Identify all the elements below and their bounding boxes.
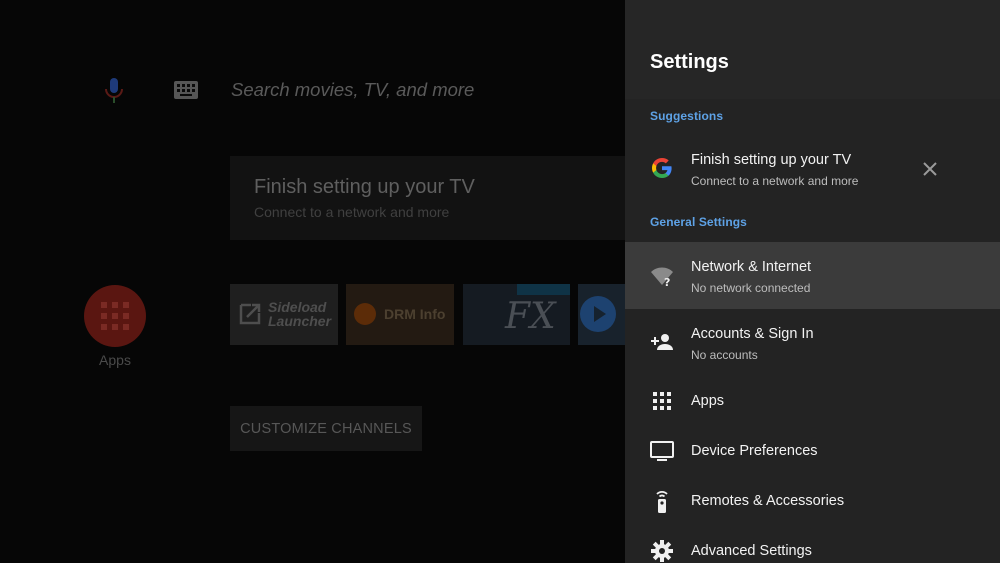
network-subtitle: No network connected [691, 281, 811, 295]
person-add-icon [651, 334, 673, 350]
sideload-launcher-tile[interactable]: Sideload Launcher [230, 284, 338, 345]
suggestion-subtitle: Connect to a network and more [691, 174, 859, 188]
customize-channels-label: CUSTOMIZE CHANNELS [240, 421, 412, 437]
recommendation-title: Finish setting up your TV [254, 176, 475, 198]
remote-icon [656, 491, 668, 513]
settings-item-device-preferences[interactable]: Device Preferences [625, 426, 1000, 476]
gear-icon [651, 540, 673, 562]
fx-tile-accent [517, 284, 570, 295]
drm-info-icon [354, 303, 376, 325]
accounts-title: Accounts & Sign In [691, 326, 814, 342]
launch-icon [239, 303, 261, 325]
fx-tile[interactable]: FX [463, 284, 570, 345]
settings-item-accounts[interactable]: Accounts & Sign In No accounts [625, 310, 1000, 374]
settings-item-apps[interactable]: Apps [625, 376, 1000, 426]
remotes-title: Remotes & Accessories [691, 493, 845, 509]
settings-panel: Settings Suggestions Finish setting up y… [625, 0, 1000, 563]
fx-logo: FX [505, 296, 556, 337]
keyboard-icon[interactable] [174, 81, 198, 99]
settings-title: Settings [650, 51, 729, 73]
play-icon [580, 296, 616, 332]
tv-icon [650, 441, 674, 461]
google-g-icon [652, 158, 672, 178]
general-settings-header: General Settings [650, 215, 747, 229]
settings-header: Settings [625, 0, 1000, 99]
customize-channels-button[interactable]: CUSTOMIZE CHANNELS [230, 406, 422, 451]
settings-item-remotes[interactable]: Remotes & Accessories [625, 476, 1000, 526]
apps-title: Apps [691, 393, 725, 409]
drm-info-tile[interactable]: DRM Info [346, 284, 454, 345]
recommendation-subtitle: Connect to a network and more [254, 204, 450, 220]
suggestion-finish-setup[interactable]: Finish setting up your TV Connect to a n… [625, 140, 1000, 200]
drm-info-label: DRM Info [384, 306, 446, 322]
settings-item-advanced[interactable]: Advanced Settings [625, 526, 1000, 563]
apps-grid-icon [653, 392, 671, 410]
wifi-off-icon: ? [651, 267, 673, 288]
search-field[interactable]: Search movies, TV, and more [231, 79, 474, 101]
video-player-tile[interactable] [578, 284, 625, 345]
sideload-tile-label: Sideload Launcher [268, 299, 332, 329]
home-screen: Search movies, TV, and more Finish setti… [0, 0, 625, 563]
device-preferences-title: Device Preferences [691, 443, 818, 459]
settings-item-network[interactable]: ? Network & Internet No network connecte… [625, 242, 1000, 309]
network-title: Network & Internet [691, 259, 812, 275]
apps-label: Apps [99, 352, 131, 368]
apps-grid-icon [101, 302, 129, 330]
accounts-subtitle: No accounts [691, 348, 758, 362]
suggestion-title: Finish setting up your TV [691, 152, 852, 168]
mic-icon[interactable] [103, 78, 125, 104]
close-icon[interactable] [919, 158, 941, 180]
suggestions-header: Suggestions [650, 109, 724, 123]
advanced-settings-title: Advanced Settings [691, 543, 812, 559]
svg-text:?: ? [664, 276, 670, 288]
